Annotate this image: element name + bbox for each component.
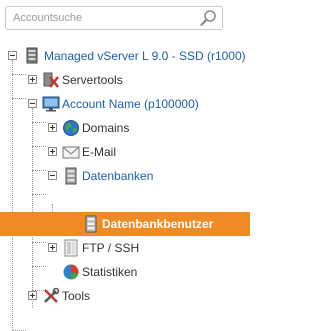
folder-icon — [64, 239, 78, 257]
monitor-icon — [42, 96, 60, 112]
collapse-toggle[interactable] — [48, 171, 57, 180]
expand-toggle[interactable] — [28, 75, 37, 84]
tree-node-label[interactable]: Tools — [62, 289, 90, 303]
tree-node-datenbankbenutzer[interactable]: Datenbankbenutzer — [0, 212, 250, 236]
search-box[interactable] — [5, 6, 223, 30]
tree-node-servertools[interactable]: Servertools — [0, 68, 250, 92]
tree-node-label[interactable]: Managed vServer L 9.0 - SSD (r1000) — [44, 49, 246, 63]
tree-node-label[interactable]: Datenbanken — [82, 169, 153, 183]
tree-node-label[interactable]: FTP / SSH — [82, 241, 139, 255]
tree-node-label[interactable]: Datenbankbenutzer — [102, 217, 213, 231]
tree-node-email[interactable]: E-Mail — [0, 140, 250, 164]
tree-node-label[interactable]: Account Name (p100000) — [62, 97, 199, 111]
server-icon — [26, 47, 38, 64]
envelope-icon — [62, 146, 80, 159]
database-user-icon — [85, 215, 97, 233]
collapse-toggle[interactable] — [8, 51, 17, 60]
collapse-toggle[interactable] — [28, 99, 37, 108]
tree-node-label[interactable]: Domains — [82, 121, 129, 135]
tree-node-ftp[interactable]: FTP / SSH — [0, 236, 250, 260]
tree-node-label[interactable]: Statistiken — [82, 265, 137, 279]
expand-toggle[interactable] — [48, 243, 57, 252]
search-input[interactable] — [6, 7, 196, 29]
tree-guide — [32, 194, 46, 195]
expand-toggle[interactable] — [48, 147, 57, 156]
expand-toggle[interactable] — [28, 291, 37, 300]
tree-node-label[interactable]: Servertools — [62, 73, 123, 87]
database-icon — [65, 167, 77, 185]
tools-icon — [44, 287, 60, 303]
tree-node-root[interactable]: Managed vServer L 9.0 - SSD (r1000) — [0, 44, 250, 68]
servertools-icon — [43, 72, 59, 88]
tree-node-datenbanken[interactable]: Datenbanken — [0, 164, 250, 188]
tree-node-label[interactable]: E-Mail — [82, 145, 116, 159]
expand-toggle[interactable] — [48, 123, 57, 132]
tree-node-account[interactable]: Account Name (p100000) — [0, 92, 250, 116]
tree-node-statistiken[interactable]: Statistiken — [0, 260, 250, 284]
tree-node-domains[interactable]: Domains — [0, 116, 250, 140]
tree-node-tools[interactable]: Tools — [0, 284, 250, 308]
pie-chart-icon — [63, 264, 79, 280]
search-icon[interactable] — [200, 9, 217, 27]
globe-icon — [63, 120, 79, 136]
